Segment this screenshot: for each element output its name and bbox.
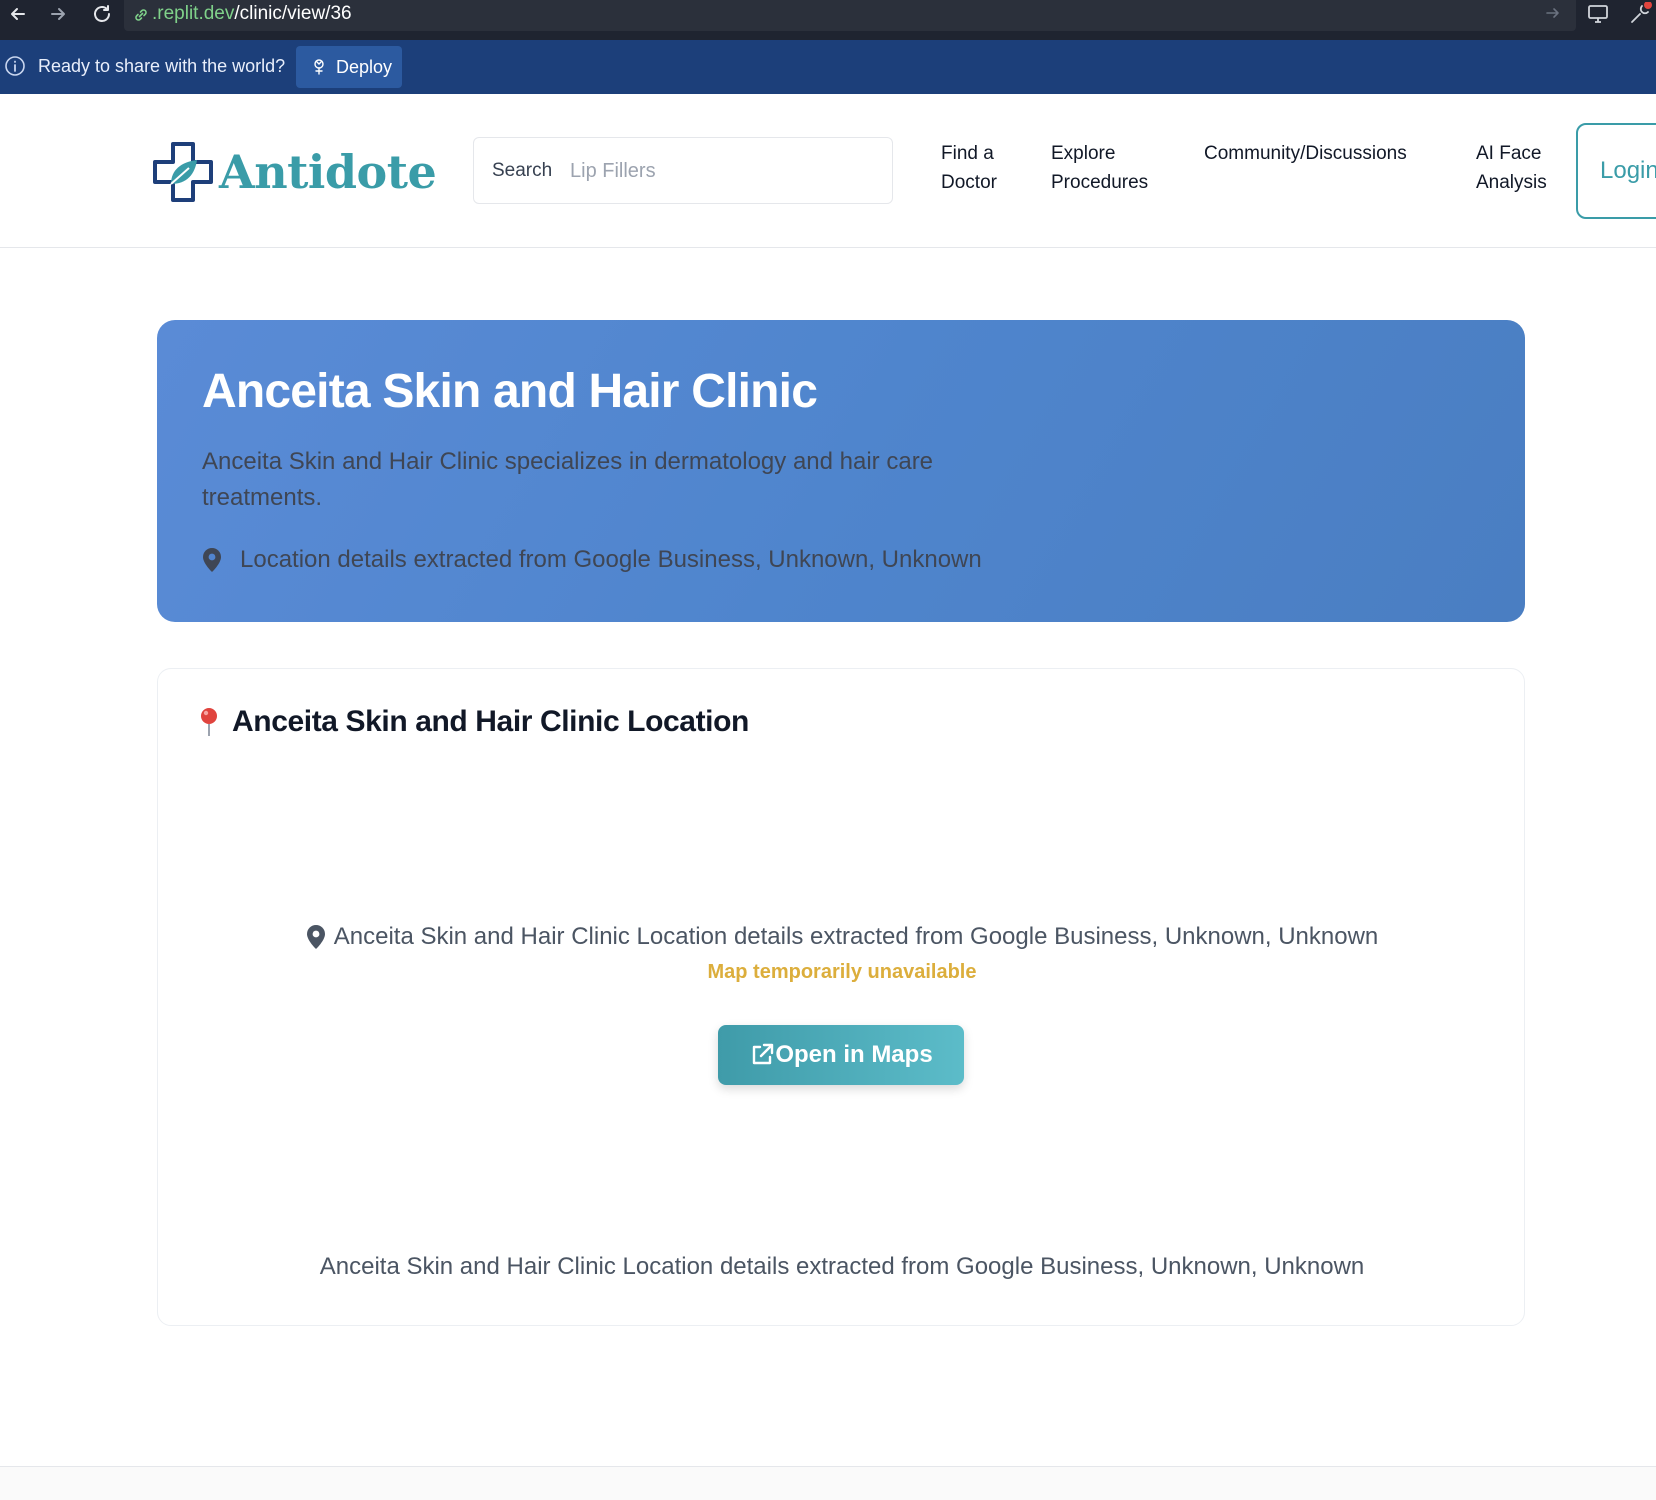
info-icon	[5, 56, 25, 76]
deploy-icon	[314, 59, 324, 75]
nav-label-line1: Explore	[1051, 143, 1116, 164]
url-host: .replit.dev	[152, 3, 235, 24]
login-button[interactable]: Login	[1576, 123, 1656, 219]
page-bottom-edge	[0, 1466, 1656, 1500]
logo[interactable]: Antidote	[151, 140, 437, 204]
location-footer-text: Anceita Skin and Hair Clinic Location de…	[319, 1253, 1365, 1280]
reload-button[interactable]	[88, 0, 116, 28]
wrench-icon[interactable]	[1628, 2, 1652, 26]
search-box: Search	[473, 137, 893, 204]
arrow-right-icon[interactable]	[1544, 4, 1562, 22]
logo-text: Antidote	[219, 145, 437, 199]
deploy-label: Deploy	[336, 56, 393, 77]
site-header: Antidote Search Find a Doctor Explore Pr…	[0, 94, 1656, 248]
nav-label-line2: Analysis	[1476, 172, 1547, 193]
clinic-location: Location details extracted from Google B…	[202, 546, 982, 574]
clinic-description: Anceita Skin and Hair Clinic specializes…	[202, 448, 934, 511]
link-icon	[135, 9, 147, 21]
url-text: .replit.dev/clinic/view/36	[152, 3, 352, 25]
forward-button[interactable]	[44, 0, 72, 28]
nav-label-line1: Community/Discussions	[1204, 143, 1407, 164]
external-link-icon	[753, 1043, 774, 1065]
nav-find-a-doctor[interactable]: Find a Doctor	[941, 139, 997, 197]
banner-message: Ready to share with the world?	[38, 56, 286, 76]
replit-deploy-banner: Ready to share with the world? Deploy	[0, 40, 1656, 94]
search-input[interactable]	[570, 150, 870, 192]
open-in-maps-label: Open in Maps	[775, 1041, 933, 1068]
address-bar[interactable]: .replit.dev/clinic/view/36	[124, 0, 1576, 31]
map-pin-icon	[306, 925, 325, 949]
location-card: Anceita Skin and Hair Clinic Location An…	[157, 668, 1525, 1326]
nav-explore-procedures[interactable]: Explore Procedures	[1051, 139, 1148, 197]
round-pushpin-icon	[201, 708, 217, 736]
search-label: Search	[492, 160, 553, 181]
clinic-hero: Anceita Skin and Hair Clinic Anceita Ski…	[157, 320, 1525, 622]
location-card-title: Anceita Skin and Hair Clinic Location	[232, 705, 749, 738]
map-address-text: Anceita Skin and Hair Clinic Location de…	[333, 923, 1379, 950]
clinic-title: Anceita Skin and Hair Clinic	[202, 365, 818, 418]
deploy-button[interactable]: Deploy	[296, 46, 402, 88]
browser-toolbar: .replit.dev/clinic/view/36	[0, 0, 1656, 40]
nav-label-line1: AI Face	[1476, 143, 1542, 164]
monitor-icon[interactable]	[1586, 2, 1610, 26]
url-path: /clinic/view/36	[234, 3, 352, 24]
nav-label-line2: Doctor	[941, 172, 997, 193]
map-placeholder-address: Anceita Skin and Hair Clinic Location de…	[158, 923, 1526, 951]
login-label: Login	[1600, 157, 1656, 184]
map-pin-icon	[203, 548, 221, 572]
nav-ai-face-analysis[interactable]: AI Face Analysis	[1476, 139, 1547, 197]
nav-community-discussions[interactable]: Community/Discussions	[1204, 139, 1407, 168]
open-in-maps-button[interactable]: Open in Maps	[718, 1025, 964, 1085]
reload-icon	[94, 5, 110, 22]
back-button[interactable]	[4, 0, 32, 28]
arrow-left-icon	[11, 8, 25, 20]
nav-label-line2: Procedures	[1051, 172, 1149, 193]
medical-cross-leaf-icon	[153, 142, 213, 202]
map-unavailable-notice: Map temporarily unavailable	[707, 961, 977, 983]
clinic-location-text: Location details extracted from Google B…	[240, 546, 982, 573]
nav-label-line1: Find a	[941, 143, 994, 164]
location-card-heading: Anceita Skin and Hair Clinic Location	[198, 705, 749, 739]
arrow-right-icon	[51, 8, 65, 20]
